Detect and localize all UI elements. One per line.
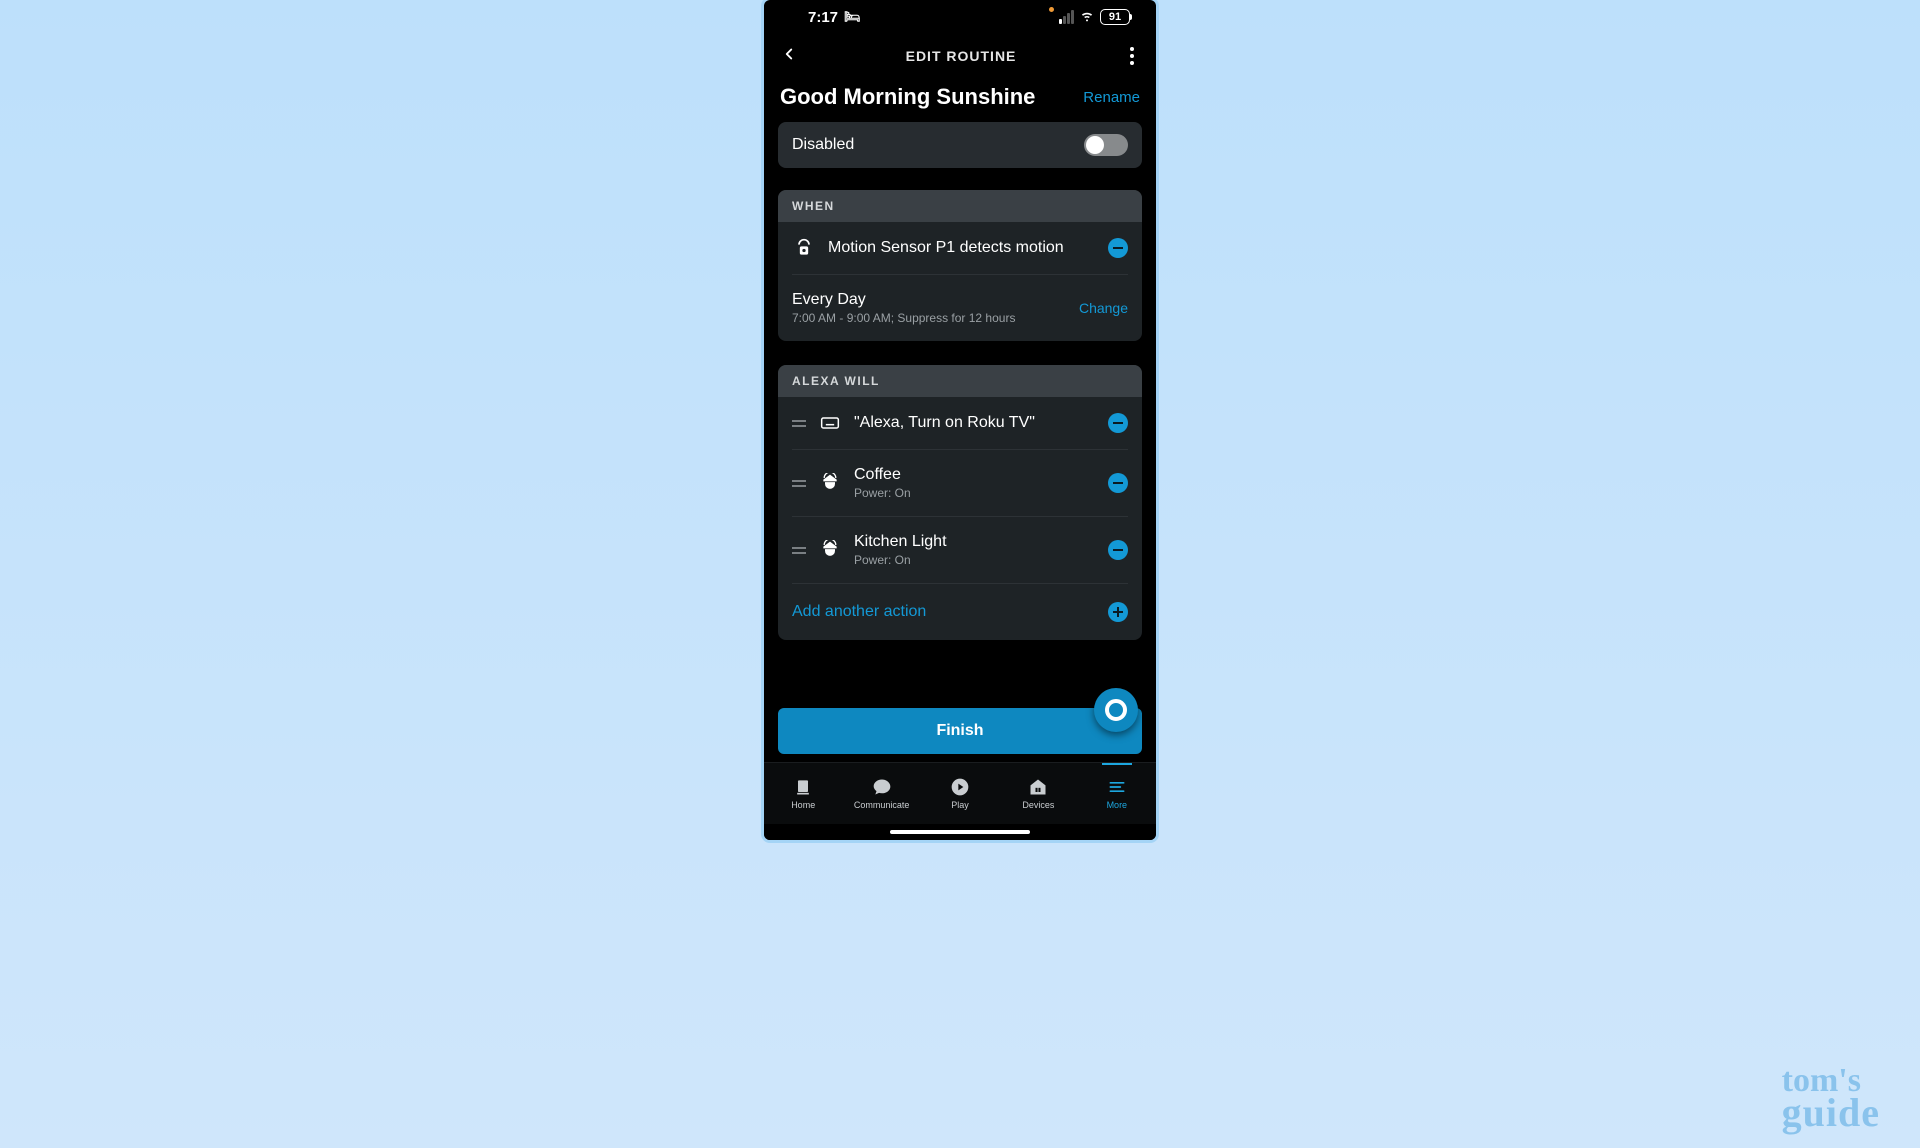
when-schedule-row[interactable]: Every Day 7:00 AM - 9:00 AM; Suppress fo… <box>792 275 1128 341</box>
home-indicator[interactable] <box>764 824 1156 840</box>
action-subtitle: Power: On <box>854 553 1096 567</box>
recording-dot-icon <box>1049 7 1054 12</box>
tab-label: Devices <box>1022 800 1054 810</box>
plus-icon <box>1108 602 1128 622</box>
alexa-will-section: ALEXA WILL "Alexa, Turn on Roku TV" <box>778 365 1142 640</box>
back-button[interactable] <box>780 45 798 68</box>
bed-icon: 🛏 <box>844 9 861 25</box>
drag-handle-icon[interactable] <box>792 420 806 427</box>
more-options-button[interactable] <box>1124 41 1140 71</box>
routine-name: Good Morning Sunshine <box>780 84 1035 110</box>
drag-handle-icon[interactable] <box>792 480 806 487</box>
keyboard-icon <box>818 413 842 433</box>
remove-action-button[interactable] <box>1108 540 1128 560</box>
tab-communicate[interactable]: Communicate <box>842 763 920 824</box>
action-row[interactable]: "Alexa, Turn on Roku TV" <box>792 397 1128 450</box>
screen-title: EDIT ROUTINE <box>906 48 1017 64</box>
change-schedule-button[interactable]: Change <box>1079 300 1128 316</box>
cellular-signal-icon <box>1059 10 1074 24</box>
status-time: 7:17 <box>808 9 838 26</box>
action-title: "Alexa, Turn on Roku TV" <box>854 414 1096 432</box>
when-trigger-text: Motion Sensor P1 detects motion <box>828 239 1096 257</box>
action-title: Coffee <box>854 466 1096 484</box>
action-row[interactable]: Kitchen Light Power: On <box>792 517 1128 584</box>
phone-frame: 7:17 🛏 91 EDIT ROUTINE Good Morning Suns… <box>764 0 1156 840</box>
disabled-label: Disabled <box>792 136 854 154</box>
disabled-card: Disabled <box>778 122 1142 168</box>
tab-label: Home <box>791 800 815 810</box>
enabled-toggle[interactable] <box>1084 134 1128 156</box>
tab-bar: Home Communicate Play Devices More <box>764 762 1156 824</box>
tab-label: Play <box>951 800 969 810</box>
tab-label: More <box>1107 800 1128 810</box>
tab-devices[interactable]: Devices <box>999 763 1077 824</box>
schedule-title: Every Day <box>792 291 1067 309</box>
action-subtitle: Power: On <box>854 486 1096 500</box>
action-row[interactable]: Coffee Power: On <box>792 450 1128 517</box>
tab-play[interactable]: Play <box>921 763 999 824</box>
app-header: EDIT ROUTINE <box>764 34 1156 78</box>
action-title: Kitchen Light <box>854 533 1096 551</box>
remove-action-button[interactable] <box>1108 413 1128 433</box>
rename-button[interactable]: Rename <box>1083 89 1140 106</box>
content-scroll[interactable]: Disabled WHEN Motion Sensor P1 detects m… <box>764 122 1156 704</box>
wifi-icon <box>1079 7 1095 27</box>
drag-handle-icon[interactable] <box>792 547 806 554</box>
active-tab-indicator <box>1102 763 1132 765</box>
watermark-logo: tom's guide <box>1782 1067 1880 1130</box>
when-trigger-row[interactable]: Motion Sensor P1 detects motion <box>792 222 1128 275</box>
remove-action-button[interactable] <box>1108 473 1128 493</box>
schedule-detail: 7:00 AM - 9:00 AM; Suppress for 12 hours <box>792 311 1067 325</box>
motion-sensor-icon <box>792 238 816 258</box>
add-action-label: Add another action <box>792 603 926 621</box>
watermark-line2: guide <box>1782 1096 1880 1130</box>
battery-indicator: 91 <box>1100 9 1130 25</box>
smart-plug-icon <box>818 473 842 493</box>
alexa-voice-button[interactable] <box>1094 688 1138 732</box>
alexa-will-header: ALEXA WILL <box>778 365 1142 397</box>
status-bar: 7:17 🛏 91 <box>764 0 1156 34</box>
add-action-button[interactable]: Add another action <box>792 584 1128 640</box>
when-section: WHEN Motion Sensor P1 detects motion <box>778 190 1142 341</box>
remove-trigger-button[interactable] <box>1108 238 1128 258</box>
tab-label: Communicate <box>854 800 910 810</box>
smart-plug-icon <box>818 540 842 560</box>
tab-home[interactable]: Home <box>764 763 842 824</box>
routine-title-row: Good Morning Sunshine Rename <box>764 78 1156 122</box>
finish-button[interactable]: Finish <box>778 708 1142 754</box>
when-header: WHEN <box>778 190 1142 222</box>
alexa-ring-icon <box>1105 699 1127 721</box>
tab-more[interactable]: More <box>1078 763 1156 824</box>
